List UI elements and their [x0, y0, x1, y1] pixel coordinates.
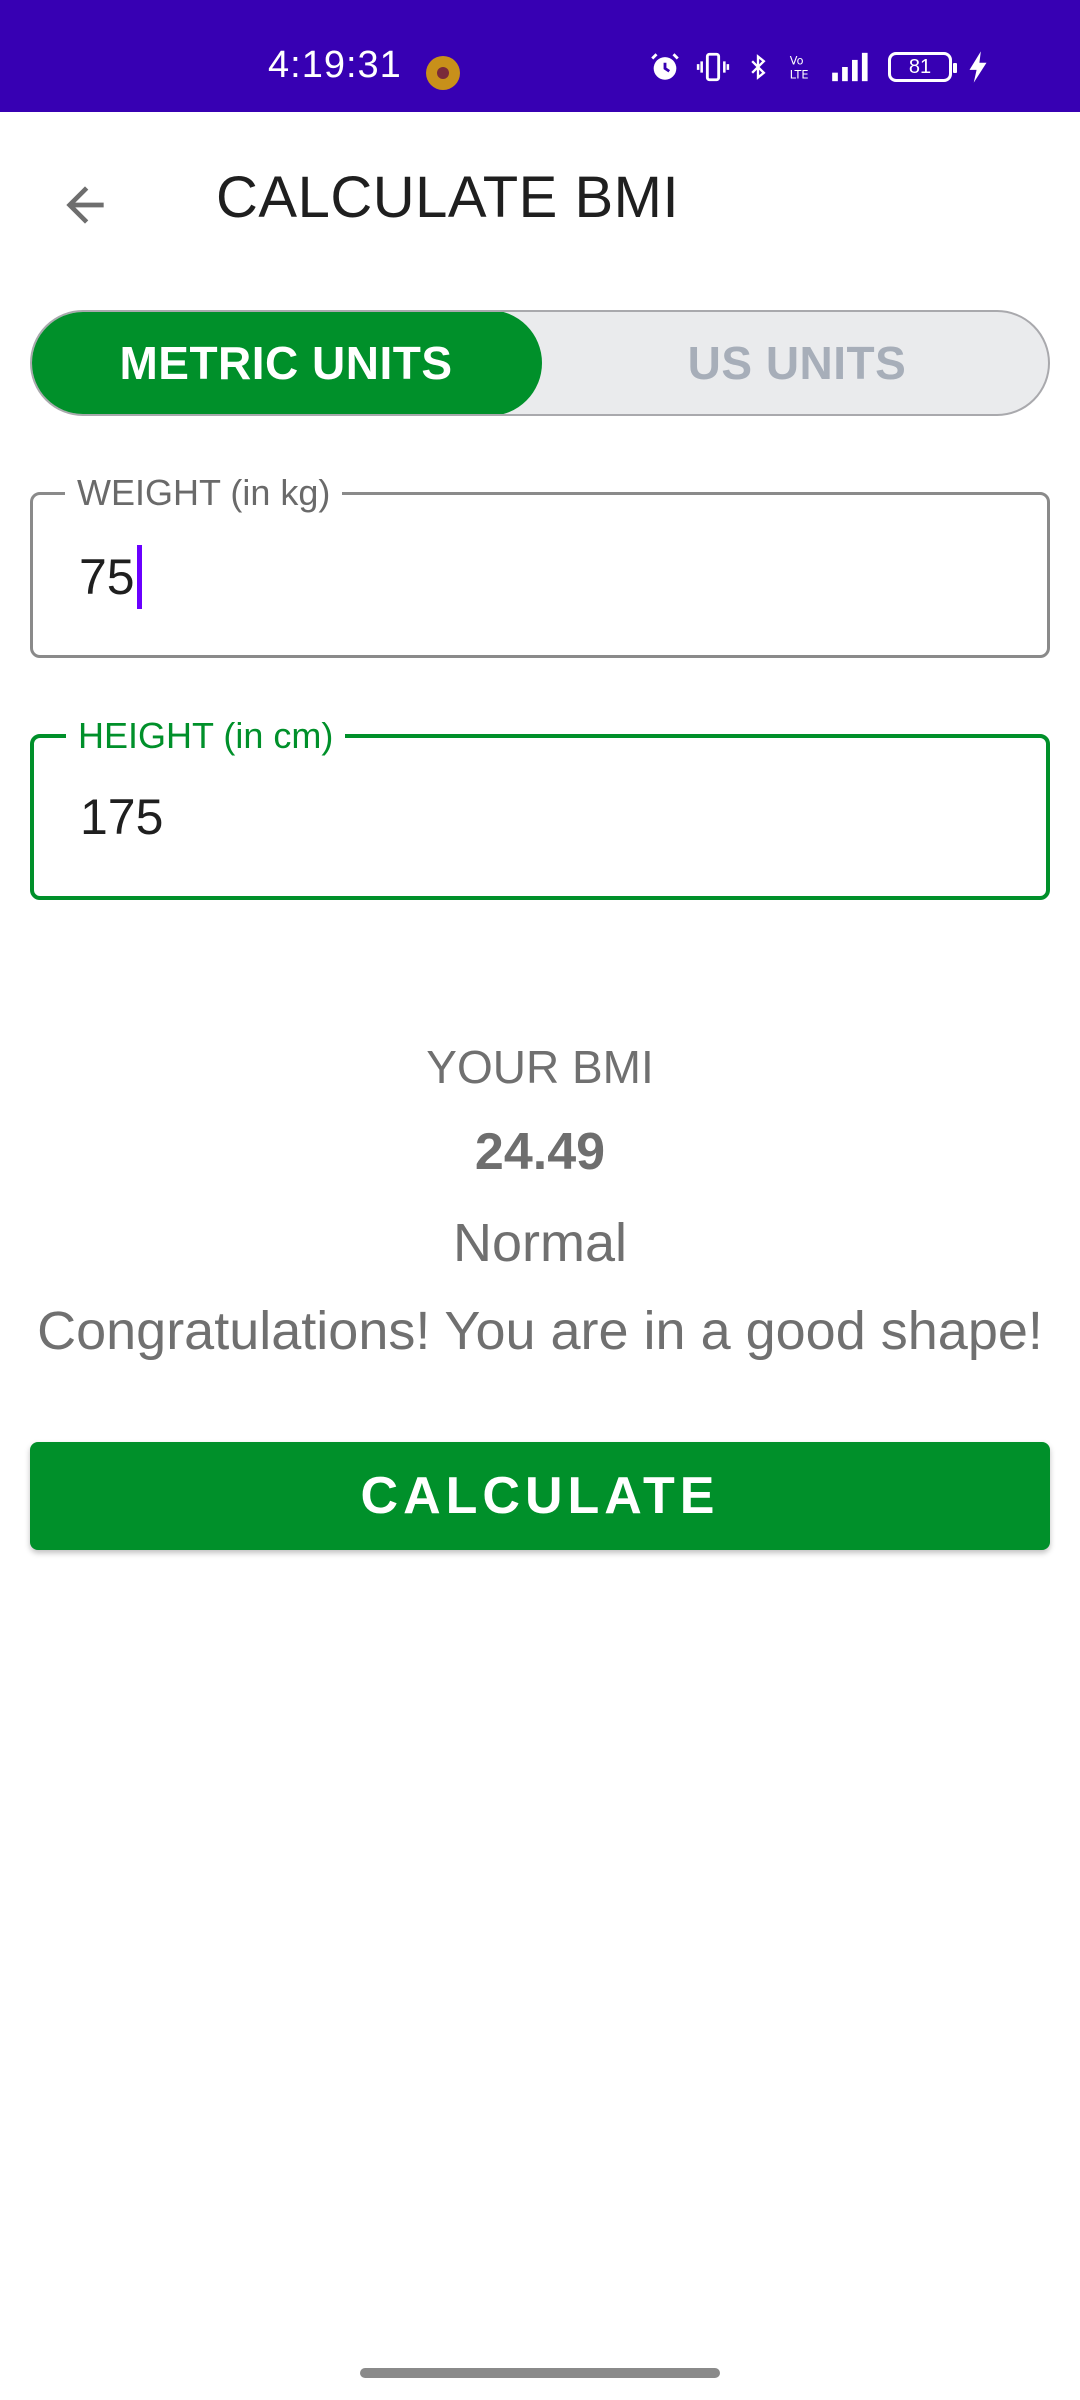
weight-field-label: WEIGHT (in kg) — [65, 469, 343, 517]
bluetooth-icon — [744, 50, 772, 84]
alarm-icon — [648, 50, 682, 84]
bmi-result-title: YOUR BMI — [426, 1041, 654, 1093]
weight-input-value[interactable]: 75 — [79, 545, 142, 609]
calculate-button[interactable]: CALCULATE — [30, 1442, 1050, 1550]
unit-toggle: METRIC UNITS US UNITS — [30, 310, 1050, 416]
notification-icon — [426, 56, 460, 90]
weight-value-text: 75 — [79, 549, 135, 605]
status-icons: Vo LTE 81 — [648, 50, 990, 84]
arrow-back-icon — [66, 186, 104, 224]
us-units-option[interactable]: US UNITS — [542, 312, 1048, 414]
text-cursor — [136, 545, 142, 609]
battery-icon: 81 — [888, 52, 957, 82]
bmi-result-value: 24.49 — [474, 1123, 606, 1181]
height-field[interactable]: HEIGHT (in cm) 175 — [30, 712, 1050, 900]
back-button[interactable] — [40, 160, 130, 250]
status-time: 4:19:31 — [268, 44, 402, 86]
height-field-label: HEIGHT (in cm) — [66, 712, 346, 760]
vibrate-icon — [696, 50, 730, 84]
charging-icon — [966, 50, 990, 84]
weight-field[interactable]: WEIGHT (in kg) 75 — [30, 469, 1050, 658]
status-bar: 4:19:31 Vo LTE 81 — [0, 0, 1080, 112]
svg-text:Vo: Vo — [790, 55, 804, 68]
bmi-result-type: Normal — [452, 1213, 628, 1273]
volte-icon: Vo LTE — [786, 50, 816, 84]
page-title: CALCULATE BMI — [216, 165, 680, 230]
metric-units-option[interactable]: METRIC UNITS — [32, 312, 542, 414]
bmi-result-description: Congratulations! You are in a good shape… — [37, 1301, 1043, 1361]
height-input-value[interactable]: 175 — [80, 788, 163, 846]
gesture-navigation-bar[interactable] — [360, 2368, 720, 2378]
svg-text:LTE: LTE — [790, 68, 809, 81]
app-bar: CALCULATE BMI — [0, 112, 1080, 282]
height-value-text: 175 — [80, 789, 164, 845]
signal-icon — [830, 50, 874, 84]
